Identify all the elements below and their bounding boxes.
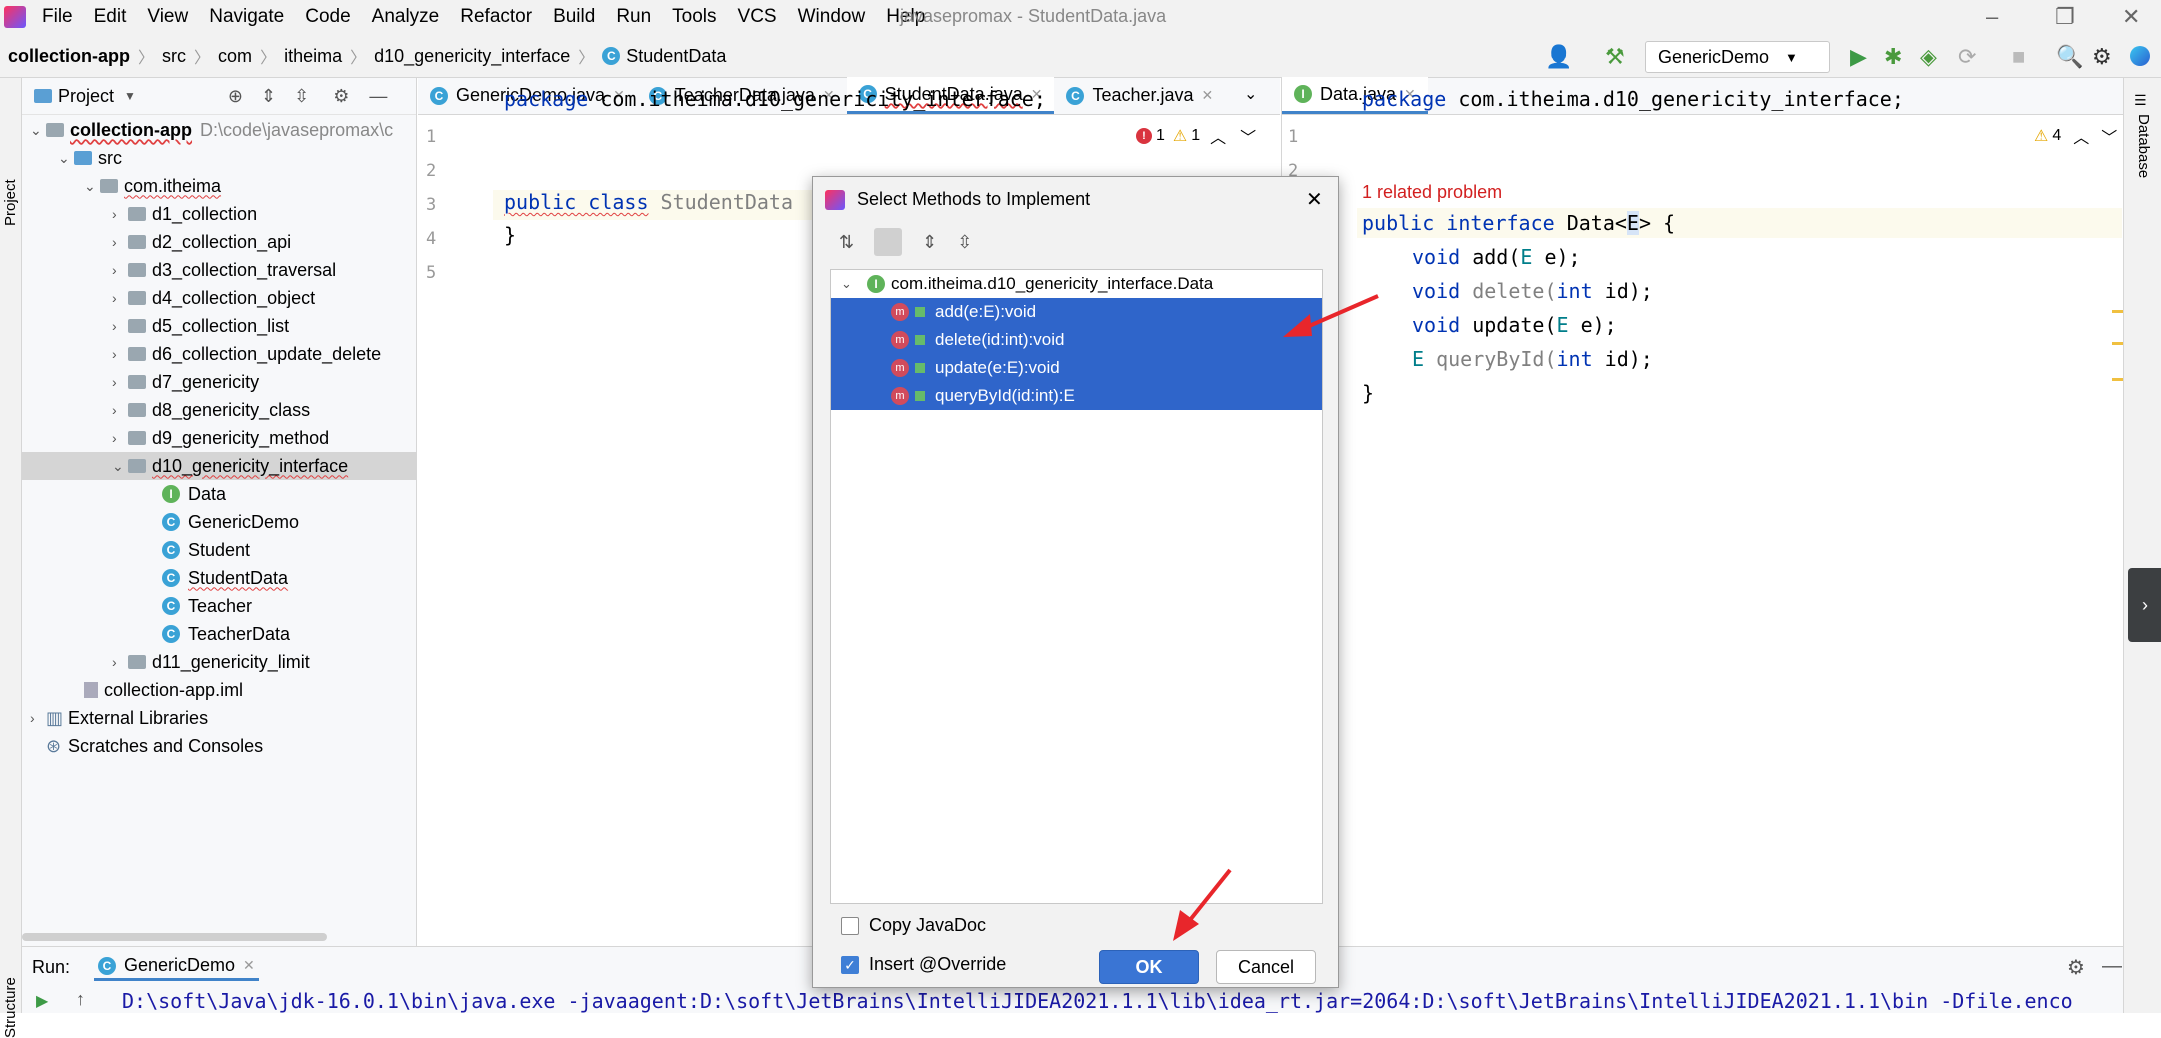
annotation-arrows: [1173, 294, 1379, 941]
